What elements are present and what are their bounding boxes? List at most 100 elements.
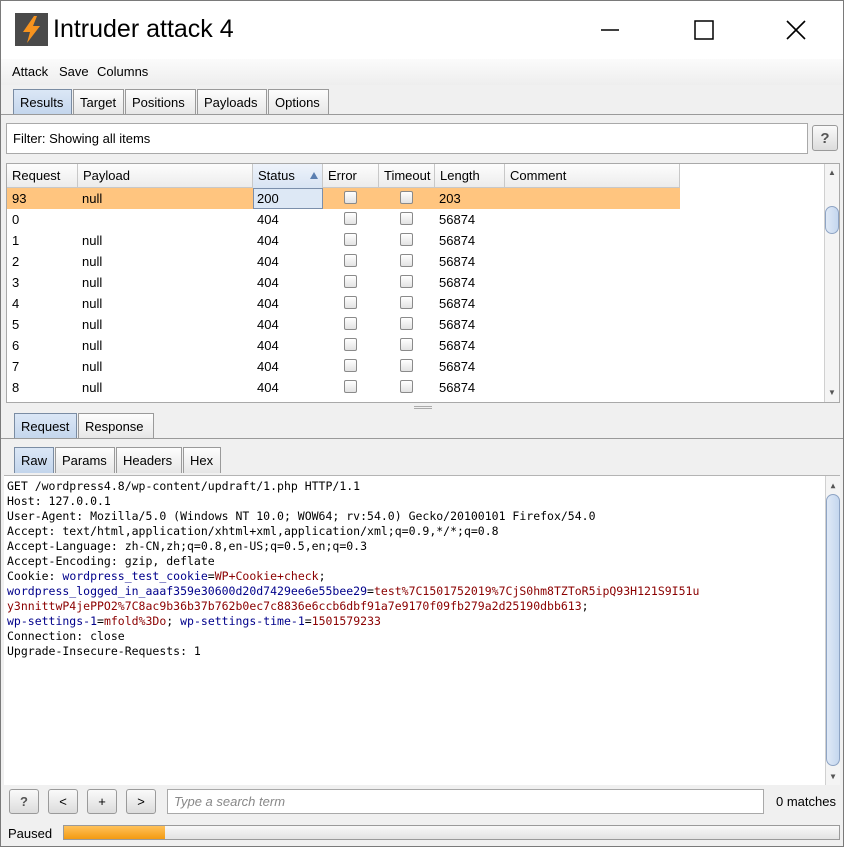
add-button[interactable]: + [87, 789, 117, 814]
table-row[interactable]: 5 null 404 56874 [7, 314, 680, 335]
tab-raw[interactable]: Raw [14, 447, 54, 473]
scroll-thumb[interactable] [826, 494, 840, 766]
status-bar: Paused [1, 821, 843, 846]
column-error[interactable]: Error [323, 164, 379, 188]
tab-response[interactable]: Response [78, 413, 154, 439]
close-button[interactable] [749, 1, 843, 59]
filter-help-button[interactable]: ? [812, 125, 838, 151]
table-row[interactable]: 1 null 404 56874 [7, 230, 680, 251]
cell-payload: null [82, 233, 103, 248]
splitter-handle[interactable] [414, 406, 432, 409]
tab-request[interactable]: Request [14, 413, 77, 439]
tab-headers[interactable]: Headers [116, 447, 182, 473]
tab-results[interactable]: Results [13, 89, 72, 115]
table-row[interactable]: 7 null 404 56874 [7, 356, 680, 377]
cell-length: 56874 [439, 296, 476, 311]
cell-length: 56874 [439, 338, 476, 353]
column-timeout[interactable]: Timeout [379, 164, 435, 188]
editor-scrollbar[interactable]: ▲ ▼ [825, 476, 840, 785]
timeout-checkbox [400, 212, 413, 225]
cell-request: 93 [12, 191, 27, 206]
cell-length: 56874 [439, 359, 476, 374]
tab-hex[interactable]: Hex [183, 447, 221, 473]
minimize-icon [601, 29, 619, 31]
error-checkbox [344, 296, 357, 309]
cookie-name: wordpress_test_cookie [62, 569, 208, 583]
column-length[interactable]: Length [435, 164, 505, 188]
table-row[interactable]: 0 404 56874 [7, 209, 680, 230]
table-row[interactable]: 2 null 404 56874 [7, 251, 680, 272]
help-icon: ? [20, 794, 28, 809]
timeout-checkbox [400, 359, 413, 372]
cell-request: 8 [12, 380, 20, 395]
cell-request: 0 [12, 212, 20, 227]
cell-status: 404 [257, 275, 279, 290]
table-row[interactable]: 8 null 404 56874 [7, 377, 680, 398]
cell-status: 404 [257, 212, 279, 227]
cell-request: 3 [12, 275, 20, 290]
scroll-down-icon[interactable]: ▼ [826, 770, 840, 784]
cell-length: 56874 [439, 233, 476, 248]
cell-payload: null [82, 275, 103, 290]
request-line: GET /wordpress4.8/wp-content/updraft/1.p… [7, 479, 361, 493]
cell-payload: null [82, 191, 103, 206]
cell-request: 5 [12, 317, 20, 332]
cookie-value: test%7C1501752019%7CjS0hm8TZToR5ipQ93H12… [373, 584, 700, 598]
table-row[interactable]: 6 null 404 56874 [7, 335, 680, 356]
search-help-button[interactable]: ? [9, 789, 39, 814]
timeout-checkbox [400, 317, 413, 330]
search-input[interactable] [167, 789, 764, 814]
cell-length: 56874 [439, 317, 476, 332]
cell-request: 4 [12, 296, 20, 311]
next-match-button[interactable]: > [126, 789, 156, 814]
cell-payload: null [82, 338, 103, 353]
error-checkbox [344, 317, 357, 330]
raw-request-editor[interactable]: GET /wordpress4.8/wp-content/updraft/1.p… [4, 475, 840, 785]
table-scrollbar[interactable]: ▲ ▼ [824, 164, 839, 402]
cell-request: 2 [12, 254, 20, 269]
filter-bar[interactable]: Filter: Showing all items [6, 123, 808, 154]
previous-match-button[interactable]: < [48, 789, 78, 814]
cookie-value: WP+Cookie+check [214, 569, 319, 583]
minimize-button[interactable] [563, 1, 657, 59]
attack-progress-bar [63, 825, 840, 840]
menu-columns[interactable]: Columns [97, 64, 148, 79]
cell-status: 404 [257, 233, 279, 248]
table-row[interactable]: 4 null 404 56874 [7, 293, 680, 314]
menu-attack[interactable]: Attack [12, 64, 48, 79]
cell-request: 6 [12, 338, 20, 353]
timeout-checkbox [400, 191, 413, 204]
scroll-down-icon[interactable]: ▼ [825, 386, 839, 400]
maximize-button[interactable] [657, 1, 751, 59]
title-bar: Intruder attack 4 [1, 1, 843, 59]
error-checkbox [344, 380, 357, 393]
tab-positions[interactable]: Positions [125, 89, 196, 115]
cell-status: 404 [257, 254, 279, 269]
cell-status: 200 [257, 191, 279, 206]
column-payload[interactable]: Payload [78, 164, 253, 188]
error-checkbox [344, 212, 357, 225]
cell-payload: null [82, 296, 103, 311]
cell-status: 404 [257, 296, 279, 311]
intruder-window: Intruder attack 4 Attack Save Columns Re… [0, 0, 844, 847]
table-row[interactable]: 3 null 404 56874 [7, 272, 680, 293]
tab-options[interactable]: Options [268, 89, 329, 115]
cell-length: 56874 [439, 275, 476, 290]
column-comment[interactable]: Comment [505, 164, 680, 188]
error-checkbox [344, 338, 357, 351]
column-request[interactable]: Request [7, 164, 78, 188]
cookie-settings-line: wp-settings-1=mfold%3Do; wp-settings-tim… [7, 614, 381, 628]
scroll-up-icon[interactable]: ▲ [825, 166, 839, 180]
tab-payloads[interactable]: Payloads [197, 89, 267, 115]
cell-length: 56874 [439, 380, 476, 395]
table-row[interactable]: 93 null 200 203 [7, 188, 680, 209]
menu-save[interactable]: Save [59, 64, 89, 79]
column-status[interactable]: Status [253, 164, 323, 188]
cookie-name: wp-settings-time-1 [180, 614, 305, 628]
cookie-name: wordpress_logged_in_aaaf359e30600d20d742… [7, 584, 368, 598]
scroll-thumb[interactable] [825, 206, 839, 234]
tab-target[interactable]: Target [73, 89, 124, 115]
cell-payload: null [82, 254, 103, 269]
scroll-up-icon[interactable]: ▲ [826, 479, 840, 493]
tab-params[interactable]: Params [55, 447, 115, 473]
